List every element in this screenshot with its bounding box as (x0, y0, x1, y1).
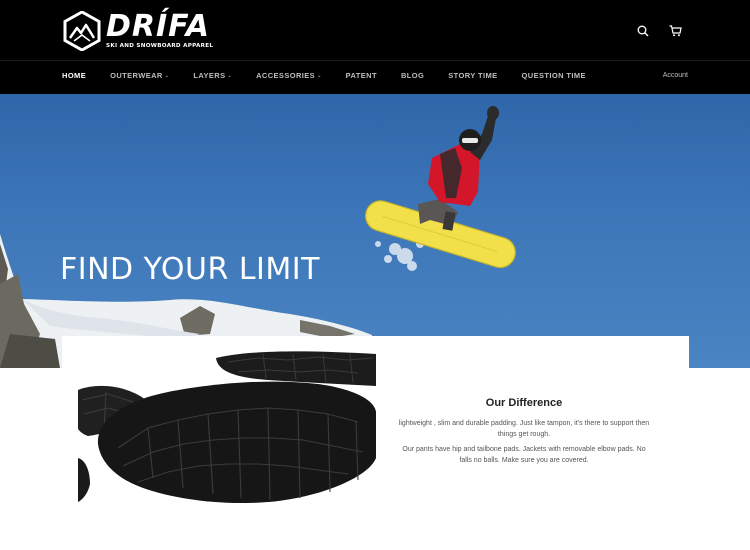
chevron-down-icon: ⌄ (317, 72, 322, 79)
nav-item-home[interactable]: HOME (62, 71, 86, 80)
section-title: Our Difference (485, 397, 563, 409)
search-icon[interactable] (634, 22, 652, 40)
nav-item-patent[interactable]: PATENT (346, 71, 377, 80)
logo-wordmark: DRÍFA (106, 9, 211, 44)
nav-item-layers[interactable]: LAYERS ⌄ (193, 71, 232, 80)
section-paragraph-2: Our pants have hip and tailbone pads. Ja… (402, 446, 646, 464)
account-link[interactable]: Account (663, 72, 688, 79)
header-divider (0, 60, 750, 61)
site-header: DRÍFA SKI AND SNOWBOARD APPAREL HOME OUT… (0, 0, 750, 94)
hero-title: FIND YOUR LIMIT (60, 252, 320, 287)
logo[interactable]: DRÍFA SKI AND SNOWBOARD APPAREL (62, 11, 213, 51)
nav-item-question-time[interactable]: QUESTION TIME (522, 71, 586, 80)
section-paragraph-1: lightweight , slim and durable padding. … (398, 420, 650, 438)
nav-item-story-time[interactable]: STORY TIME (448, 71, 497, 80)
main-nav: HOME OUTERWEAR ⌄ LAYERS ⌄ ACCESSORIES ⌄ PAT… (62, 71, 610, 80)
chevron-down-icon: ⌄ (227, 72, 233, 79)
nav-item-accessories[interactable]: ACCESSORIES ⌄ (256, 71, 322, 80)
logo-tagline: SKI AND SNOWBOARD APPAREL (106, 43, 214, 49)
cart-icon[interactable] (666, 22, 684, 40)
nav-item-outerwear[interactable]: OUTERWEAR ⌄ (110, 71, 169, 80)
mountain-logo-icon (63, 11, 101, 51)
snowboarder-photo (0, 106, 516, 368)
nav-item-blog[interactable]: BLOG (401, 71, 424, 80)
chevron-down-icon: ⌄ (164, 72, 170, 79)
padding-product-image (78, 351, 376, 504)
hero-banner[interactable]: FIND YOUR LIMIT (0, 94, 750, 368)
